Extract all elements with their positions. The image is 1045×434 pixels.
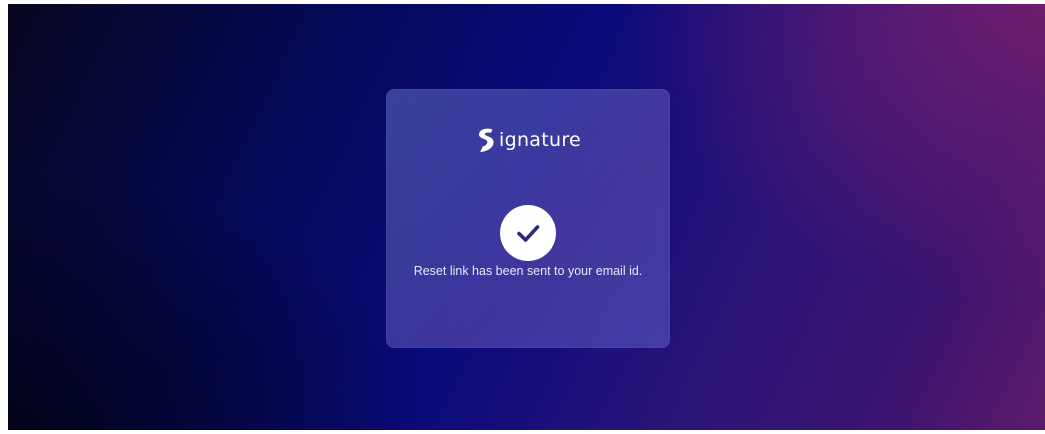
check-circle-icon (500, 205, 556, 261)
signature-logo: ignature (386, 123, 670, 157)
brand-name: ignature (499, 128, 581, 151)
status-message: Reset link has been sent to your email i… (413, 264, 643, 278)
signature-s-logo-icon (478, 128, 494, 152)
reset-confirmation-card: ignature Reset link has been sent to you… (386, 89, 670, 348)
checkmark-icon (517, 225, 540, 242)
background: ignature Reset link has been sent to you… (8, 4, 1045, 430)
